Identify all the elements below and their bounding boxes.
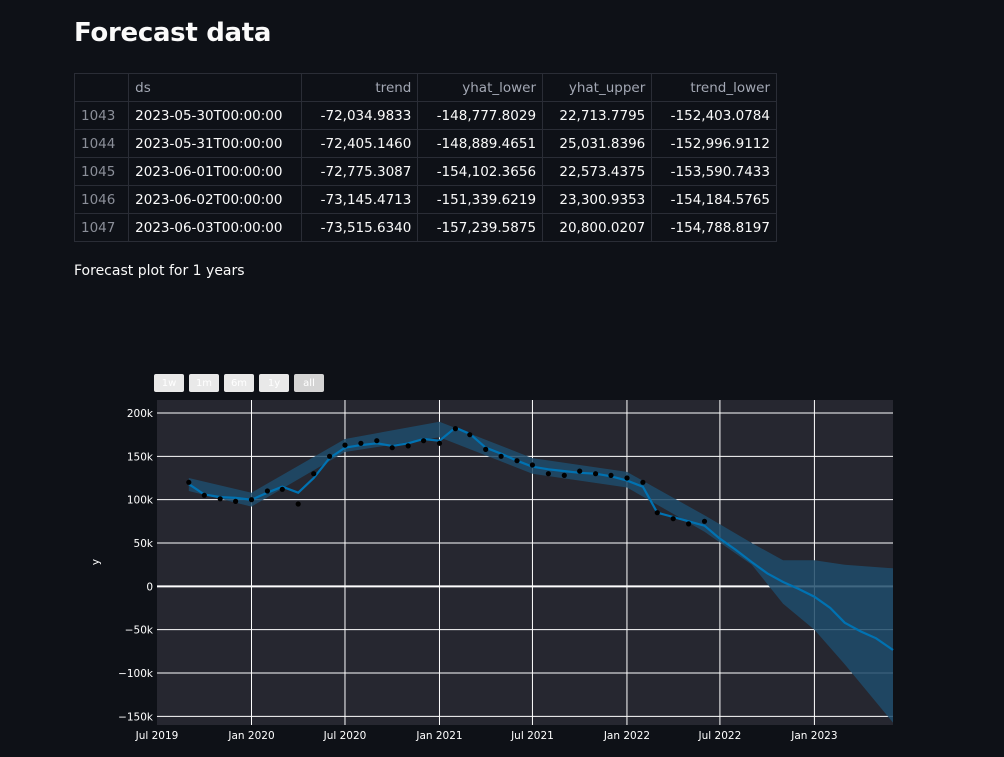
- actual-point: [670, 516, 676, 522]
- forecast-chart[interactable]: Jul 2019 Jan 2020 Jul 2020 Jan 2021 Jul 2021…: [0, 0, 1004, 757]
- y-tick-label: −150k: [118, 711, 154, 723]
- actual-point: [498, 453, 504, 459]
- actual-point: [436, 440, 443, 446]
- actual-point: [233, 498, 239, 504]
- y-axis-label: y: [90, 559, 102, 565]
- x-tick-label: Jul 2022: [698, 730, 742, 742]
- range-button-1w[interactable]: 1w: [154, 374, 184, 392]
- actual-point: [545, 471, 552, 477]
- actual-point: [483, 446, 489, 452]
- x-tick-label: Jul 2020: [323, 730, 367, 742]
- y-tick-label: 50k: [134, 538, 154, 550]
- actual-point: [640, 479, 646, 485]
- actual-point: [217, 496, 223, 502]
- actual-point: [701, 518, 708, 524]
- x-tick-label: Jan 2022: [603, 730, 650, 742]
- actual-point: [405, 443, 411, 449]
- actual-point: [593, 471, 599, 477]
- range-selector: 1w 1m 6m 1y all: [154, 374, 324, 392]
- actual-point: [389, 445, 395, 451]
- x-tick-label: Jul 2019: [135, 730, 179, 742]
- actual-point: [467, 432, 473, 438]
- y-tick-label: −50k: [125, 625, 154, 637]
- y-tick-label: 100k: [127, 495, 154, 507]
- actual-point: [561, 472, 567, 478]
- actual-point: [311, 471, 317, 477]
- actual-point: [421, 438, 427, 444]
- actual-point: [342, 442, 348, 448]
- actual-point: [248, 497, 255, 503]
- actual-point: [186, 479, 192, 485]
- range-button-1m[interactable]: 1m: [189, 374, 219, 392]
- actual-point: [577, 468, 583, 474]
- actual-point: [201, 492, 207, 498]
- actual-point: [624, 475, 630, 481]
- actual-point: [264, 488, 270, 494]
- x-tick-label: Jan 2021: [415, 730, 462, 742]
- x-tick-label: Jan 2023: [790, 730, 837, 742]
- actual-point: [529, 462, 536, 468]
- y-tick-label: −100k: [118, 668, 154, 680]
- actual-point: [654, 510, 660, 516]
- actual-point: [686, 521, 692, 527]
- x-tick-label: Jul 2021: [510, 730, 554, 742]
- actual-point: [358, 440, 364, 446]
- actual-point: [514, 458, 520, 464]
- range-button-1y[interactable]: 1y: [259, 374, 289, 392]
- range-button-all[interactable]: all: [294, 374, 324, 392]
- actual-point: [327, 453, 333, 459]
- actual-point: [374, 438, 380, 444]
- actual-point: [452, 426, 458, 432]
- y-tick-label: 150k: [127, 451, 154, 463]
- y-tick-label: 200k: [127, 408, 154, 420]
- x-tick-label: Jan 2020: [227, 730, 274, 742]
- y-tick-label: 0: [146, 581, 153, 593]
- actual-point: [279, 486, 285, 492]
- actual-point: [295, 501, 301, 507]
- actual-point: [608, 472, 614, 478]
- range-button-6m[interactable]: 6m: [224, 374, 254, 392]
